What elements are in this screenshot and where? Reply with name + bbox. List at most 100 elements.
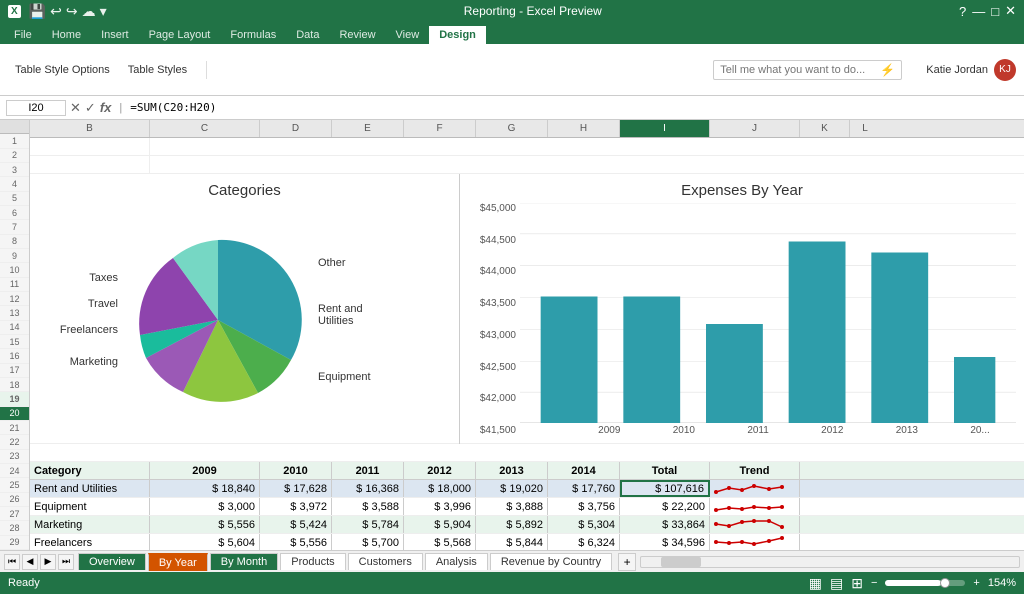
header-2009[interactable]: 2009 (150, 462, 260, 479)
scrollbar-thumb[interactable] (661, 557, 701, 567)
sheet-tab-customers[interactable]: Customers (348, 553, 423, 570)
cell-21-2011[interactable]: $ 3,588 (332, 498, 404, 515)
cell-21-total[interactable]: $ 22,200 (620, 498, 710, 515)
tab-view[interactable]: View (386, 26, 430, 44)
cell-20-2012[interactable]: $ 18,000 (404, 480, 476, 497)
cell-20-2011[interactable]: $ 16,368 (332, 480, 404, 497)
horizontal-scrollbar[interactable] (640, 556, 1020, 568)
cell-22-2009[interactable]: $ 5,556 (150, 516, 260, 533)
sheet-nav-right[interactable]: ▶ (40, 554, 56, 570)
header-2012[interactable]: 2012 (404, 462, 476, 479)
cell-20-2009[interactable]: $ 18,840 (150, 480, 260, 497)
grid-row-21[interactable]: Equipment $ 3,000 $ 3,972 $ 3,588 $ 3,99… (30, 498, 1024, 516)
formula-fx-icon[interactable]: fx (100, 100, 112, 116)
cell-23-total[interactable]: $ 34,596 (620, 534, 710, 550)
tab-formulas[interactable]: Formulas (220, 26, 286, 44)
cell-20-2014[interactable]: $ 17,760 (548, 480, 620, 497)
header-2014[interactable]: 2014 (548, 462, 620, 479)
cell-21-2014[interactable]: $ 3,756 (548, 498, 620, 515)
cell-20-2010[interactable]: $ 17,628 (260, 480, 332, 497)
header-2010[interactable]: 2010 (260, 462, 332, 479)
cell-21-2012[interactable]: $ 3,996 (404, 498, 476, 515)
tab-data[interactable]: Data (286, 26, 329, 44)
cell-22-2012[interactable]: $ 5,904 (404, 516, 476, 533)
cell-21-category[interactable]: Equipment (30, 498, 150, 515)
tab-pagelayout[interactable]: Page Layout (139, 26, 221, 44)
sheet-tab-byyear[interactable]: By Year (148, 553, 208, 571)
cell-21-trend[interactable] (710, 498, 800, 515)
cell-20-category[interactable]: Rent and Utilities (30, 480, 150, 497)
cell-22-trend[interactable] (710, 516, 800, 533)
sheet-tab-overview[interactable]: Overview (78, 553, 146, 570)
cell-23-2014[interactable]: $ 6,324 (548, 534, 620, 550)
cell-23-2012[interactable]: $ 5,568 (404, 534, 476, 550)
header-total[interactable]: Total (620, 462, 710, 479)
header-2013[interactable]: 2013 (476, 462, 548, 479)
add-sheet-button[interactable]: + (618, 553, 636, 571)
cell-22-category[interactable]: Marketing (30, 516, 150, 533)
formula-input[interactable] (130, 101, 1018, 114)
sheet-tab-bymonth[interactable]: By Month (210, 553, 278, 570)
zoom-slider[interactable] (885, 580, 965, 586)
formula-confirm-icon[interactable]: ✓ (85, 100, 96, 116)
header-2011[interactable]: 2011 (332, 462, 404, 479)
tab-review[interactable]: Review (329, 26, 385, 44)
ribbon-search-box[interactable]: ⚡ (713, 60, 902, 80)
ribbon-btn-2[interactable]: Table Styles (121, 61, 194, 79)
grid-row-23[interactable]: Freelancers $ 5,604 $ 5,556 $ 5,700 $ 5,… (30, 534, 1024, 550)
cell-23-2011[interactable]: $ 5,700 (332, 534, 404, 550)
cell-20-total[interactable]: $ 107,616 (620, 480, 710, 497)
ribbon-btn-1[interactable]: Table Style Options (8, 61, 117, 79)
cell-21-2013[interactable]: $ 3,888 (476, 498, 548, 515)
cell-22-total[interactable]: $ 33,864 (620, 516, 710, 533)
customize-icon[interactable]: ▾ (100, 3, 107, 20)
header-trend[interactable]: Trend (710, 462, 800, 479)
undo-icon[interactable]: ↩ (50, 3, 62, 20)
close-icon[interactable]: ✕ (1005, 3, 1016, 19)
view-break-icon[interactable]: ⊞ (851, 575, 863, 592)
sheet-nav-right-right[interactable]: ⏭ (58, 554, 74, 570)
maximize-icon[interactable]: □ (991, 4, 999, 19)
sheet-nav-left-left[interactable]: ⏮ (4, 554, 20, 570)
cell-22-2013[interactable]: $ 5,892 (476, 516, 548, 533)
header-category[interactable]: Category (30, 462, 150, 479)
zoom-slider-thumb[interactable] (940, 578, 950, 588)
view-layout-icon[interactable]: ▤ (830, 575, 843, 592)
cell-b2[interactable] (30, 156, 150, 173)
zoom-in-icon[interactable]: + (973, 577, 979, 589)
sheet-nav-left[interactable]: ◀ (22, 554, 38, 570)
redo-icon[interactable]: ↪ (66, 3, 78, 20)
view-normal-icon[interactable]: ▦ (809, 575, 822, 592)
tab-file[interactable]: File (4, 26, 42, 44)
minimize-icon[interactable]: — (972, 4, 985, 19)
sheet-tab-revenuebycountry[interactable]: Revenue by Country (490, 553, 612, 570)
cell-b1[interactable] (30, 138, 150, 155)
tab-insert[interactable]: Insert (91, 26, 139, 44)
cell-21-2010[interactable]: $ 3,972 (260, 498, 332, 515)
cell-22-2011[interactable]: $ 5,784 (332, 516, 404, 533)
sheet-tab-products[interactable]: Products (280, 553, 345, 570)
help-icon[interactable]: ? (959, 4, 966, 19)
ribbon-search-input[interactable] (720, 64, 880, 76)
tab-home[interactable]: Home (42, 26, 91, 44)
zoom-out-icon[interactable]: − (871, 577, 877, 589)
sheet-tab-analysis[interactable]: Analysis (425, 553, 488, 570)
cell-23-2010[interactable]: $ 5,556 (260, 534, 332, 550)
tab-design[interactable]: Design (429, 26, 486, 44)
grid-row-20[interactable]: Rent and Utilities $ 18,840 $ 17,628 $ 1… (30, 480, 1024, 498)
cell-23-trend[interactable] (710, 534, 800, 550)
name-box[interactable] (6, 100, 66, 116)
cell-21-2009[interactable]: $ 3,000 (150, 498, 260, 515)
cell-20-2013[interactable]: $ 19,020 (476, 480, 548, 497)
cloud-icon[interactable]: ☁ (82, 3, 96, 20)
save-icon[interactable]: 💾 (29, 3, 46, 20)
cell-20-trend[interactable] (710, 480, 800, 497)
cell-23-2009[interactable]: $ 5,604 (150, 534, 260, 550)
grid-row-22[interactable]: Marketing $ 5,556 $ 5,424 $ 5,784 $ 5,90… (30, 516, 1024, 534)
cell-23-2013[interactable]: $ 5,844 (476, 534, 548, 550)
cell-23-category[interactable]: Freelancers (30, 534, 150, 550)
formula-cancel-icon[interactable]: ✕ (70, 100, 81, 116)
cell-22-2014[interactable]: $ 5,304 (548, 516, 620, 533)
cell-22-2010[interactable]: $ 5,424 (260, 516, 332, 533)
col-f: F (404, 120, 476, 137)
